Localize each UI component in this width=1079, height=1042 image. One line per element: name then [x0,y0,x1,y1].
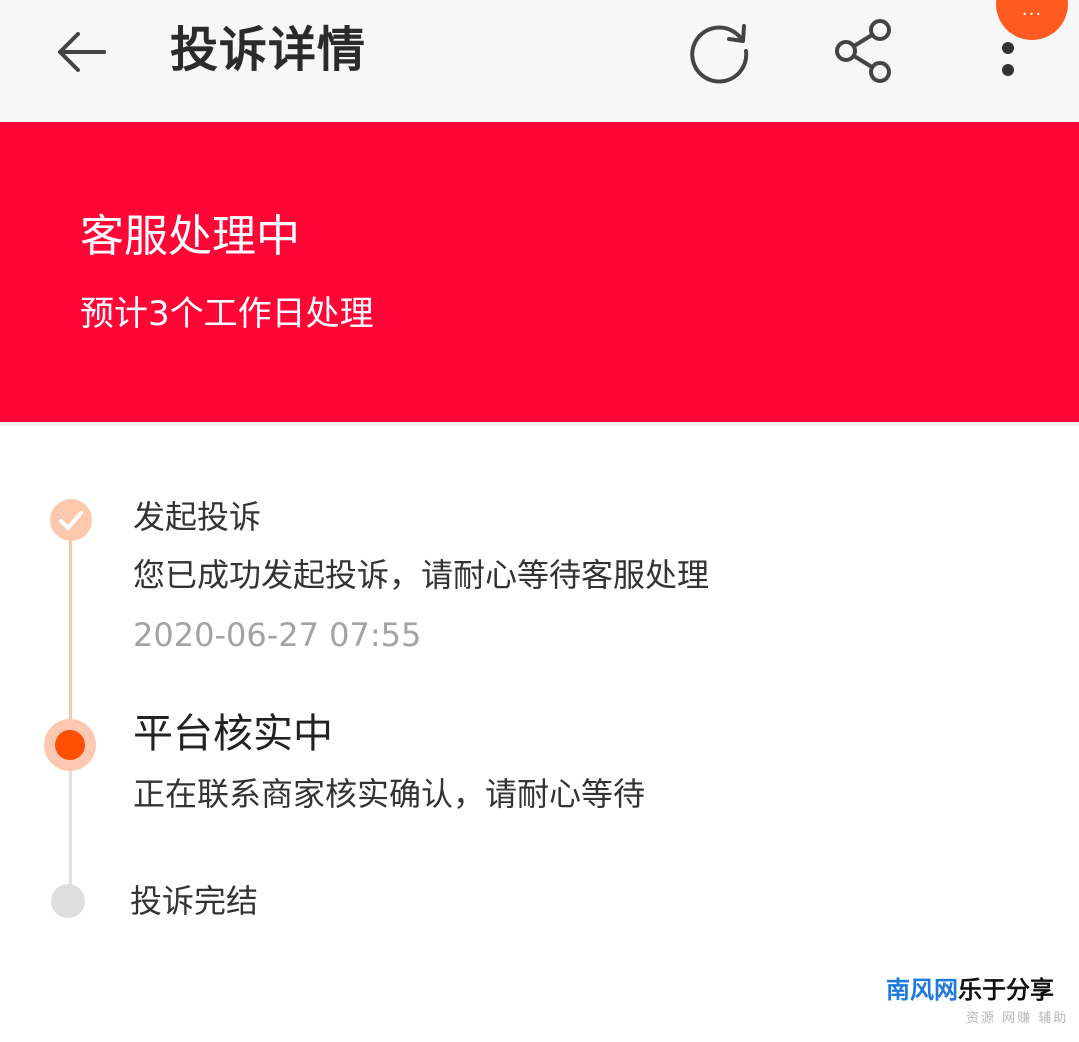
step-current-marker [55,730,85,760]
step-description: 正在联系商家核实确认，请耐心等待 [133,775,646,813]
step-timestamp: 2020-06-27 07:55 [133,616,422,654]
check-icon [59,511,83,530]
top-app-bar: 投诉详情 ··· [0,0,1079,122]
step-title: 平台核实中 [133,711,333,757]
watermark-brand-black: 乐于分享 [958,976,1054,1004]
floating-menu-button[interactable]: ··· [996,0,1068,40]
step-done-marker [50,499,92,541]
share-button[interactable] [830,16,896,86]
more-menu-button[interactable] [985,36,1031,86]
back-button[interactable] [52,22,112,82]
step-description: 您已成功发起投诉，请耐心等待客服处理 [133,556,710,594]
watermark-logo: 南风网乐于分享 资源 网赚 辅助 [886,974,1076,1034]
timeline-line-done [69,520,72,745]
status-title: 客服处理中 [80,211,300,262]
page-title: 投诉详情 [170,22,367,78]
step-title: 投诉完结 [130,882,259,920]
refresh-button[interactable] [686,18,752,84]
share-icon [835,19,891,83]
step-pending-marker [51,884,85,918]
watermark-brand: 南风网乐于分享 [886,974,1054,1006]
section-divider [0,422,1079,426]
status-subtitle: 预计3个工作日处理 [80,294,374,334]
watermark-tagline: 资源 网赚 辅助 [966,1011,1069,1026]
status-banner: 客服处理中 预计3个工作日处理 [0,122,1079,422]
step-title: 发起投诉 [133,498,262,536]
watermark-brand-blue: 南风网 [886,976,958,1004]
arrow-left-icon [58,32,106,72]
refresh-icon [690,24,749,84]
